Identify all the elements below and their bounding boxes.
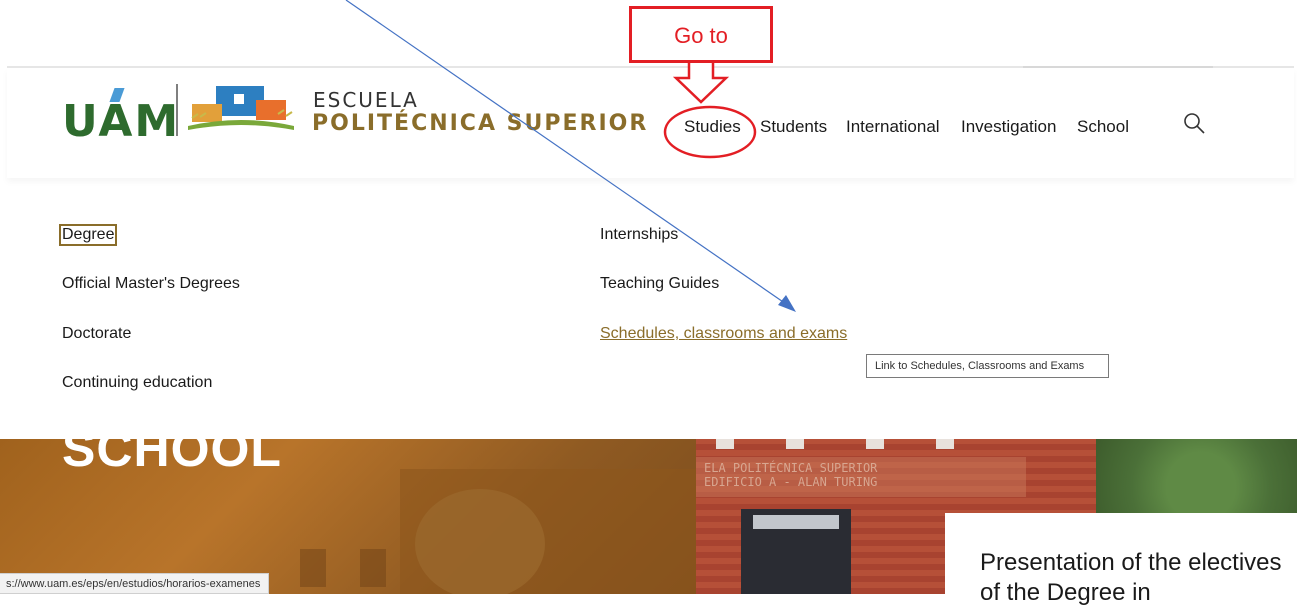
menu-item-schedules-classrooms-exams[interactable]: Schedules, classrooms and exams	[600, 325, 847, 343]
hero-trees	[1096, 439, 1297, 519]
nav-school[interactable]: School	[1077, 117, 1129, 137]
facade-strip	[936, 439, 954, 449]
menu-item-degree[interactable]: Degree	[58, 224, 118, 246]
logo-politecnica-text: POLITÉCNICA SUPERIOR	[312, 111, 649, 136]
menu-item-official-masters[interactable]: Official Master's Degrees	[62, 275, 240, 293]
menu-item-internships[interactable]: Internships	[600, 226, 678, 244]
news-card[interactable]: Presentation of the electives of the Deg…	[945, 513, 1297, 606]
logo-escuela-text: ESCUELA	[313, 88, 419, 112]
blue-arrow-head	[778, 295, 796, 312]
logo-separator	[176, 84, 178, 136]
browser-status-url: s://www.uam.es/eps/en/estudios/horarios-…	[0, 573, 270, 594]
menu-item-doctorate[interactable]: Doctorate	[62, 325, 131, 343]
menu-item-teaching-guides[interactable]: Teaching Guides	[600, 275, 719, 293]
nav-international[interactable]: International	[846, 117, 940, 137]
facade-strip	[866, 439, 884, 449]
nav-investigation[interactable]: Investigation	[961, 117, 1056, 137]
entrance-canopy	[753, 515, 839, 529]
hero-window	[360, 549, 386, 587]
nav-students[interactable]: Students	[760, 117, 827, 137]
nav-studies[interactable]: Studies	[684, 117, 741, 137]
facade-strip	[716, 439, 734, 449]
uam-logo[interactable]: UAM	[62, 88, 181, 147]
search-icon[interactable]	[1182, 111, 1206, 135]
building-sign-line2: EDIFICIO A - ALAN TURING	[704, 475, 878, 489]
building-entrance	[741, 509, 851, 594]
menu-item-continuing-education[interactable]: Continuing education	[62, 374, 212, 392]
building-sign-line1: ELA POLITÉCNICA SUPERIOR	[704, 461, 878, 475]
building-sign: ELA POLITÉCNICA SUPERIOR EDIFICIO A - AL…	[696, 457, 1026, 497]
link-tooltip: Link to Schedules, Classrooms and Exams	[866, 354, 1109, 378]
goto-callout: Go to	[629, 6, 773, 63]
eps-logo-icon	[188, 86, 294, 130]
hero-title: SCHOOL	[62, 421, 282, 477]
hero-tree-shape	[415, 489, 545, 594]
hero-window	[300, 549, 326, 587]
news-card-title[interactable]: Presentation of the electives of the Deg…	[980, 548, 1290, 608]
facade-strip	[786, 439, 804, 449]
uam-logo-text: UAM	[62, 96, 181, 147]
